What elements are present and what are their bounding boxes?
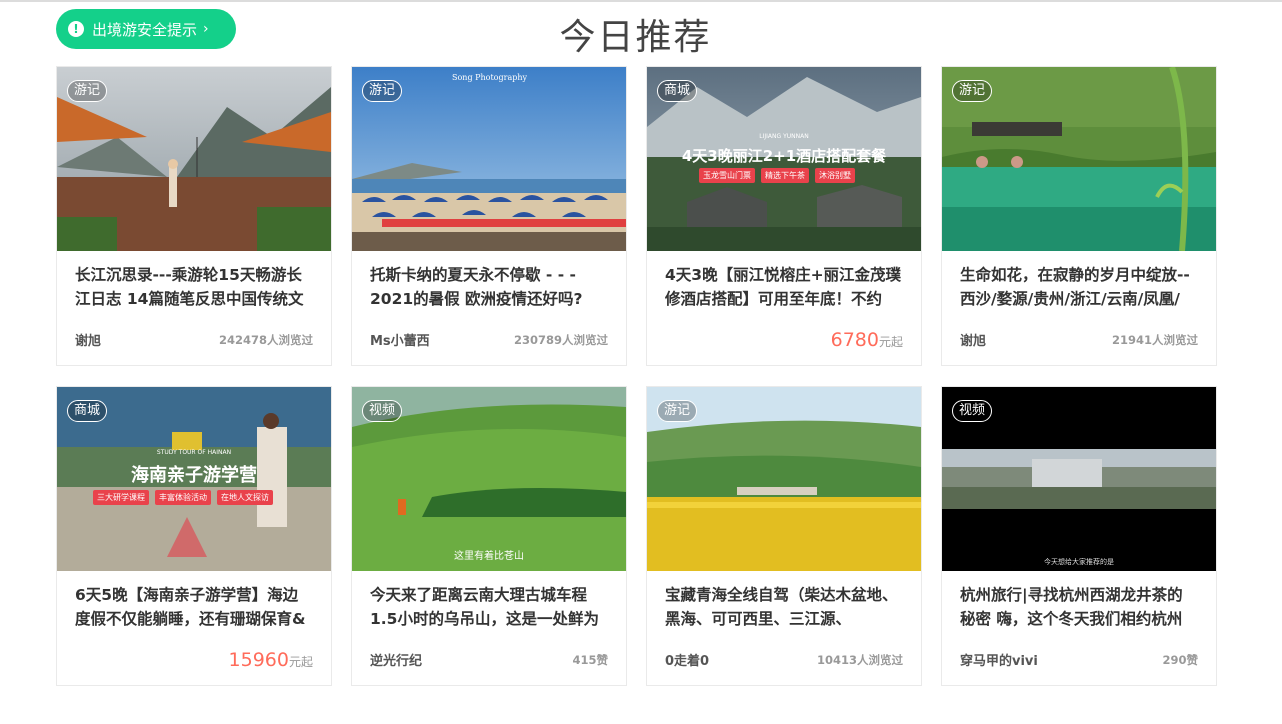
price-value: 6780 <box>830 329 879 351</box>
card-tag: 商城 <box>657 80 698 102</box>
card-tag: 商城 <box>67 400 108 422</box>
card-tag: 视频 <box>952 400 993 422</box>
card-title[interactable]: 6天5晚【海南亲子游学营】海边度假不仅能躺睡，还有珊瑚保育& <box>75 583 313 631</box>
card-view-count: 242478人浏览过 <box>218 333 313 347</box>
banner-chip: 玉龙雪山门票 <box>699 168 755 183</box>
recommend-card[interactable]: 这里有着比苍山 视频 今天来了距离云南大理古城车程1.5小时的乌吊山，这是一处鲜… <box>351 386 627 686</box>
card-tag: 游记 <box>67 80 108 102</box>
card-image: 游记 <box>647 387 921 571</box>
card-view-count: 10413人浏览过 <box>816 653 903 667</box>
banner-subtitle: STUDY TOUR OF HAINAN <box>156 449 232 456</box>
card-title[interactable]: 今天来了距离云南大理古城车程1.5小时的乌吊山，这是一处鲜为 <box>370 583 608 631</box>
banner-subtitle: LIJIANG YUNNAN <box>759 133 809 140</box>
video-subtitle: 这里有着比苍山 <box>454 551 524 562</box>
price-unit: 元起 <box>878 335 903 349</box>
card-like-count: 290赞 <box>1162 653 1198 667</box>
recommend-card[interactable]: 游记 生命如花，在寂静的岁月中绽放--西沙/婺源/贵州/浙江/云南/凤凰/ 谢旭… <box>941 66 1217 366</box>
card-view-count: 21941人浏览过 <box>1111 333 1198 347</box>
banner-chips: 玉龙雪山门票 精选下午茶 沐浴别墅 <box>699 168 855 183</box>
card-image: 今天想给大家推荐的是 视频 <box>942 387 1216 571</box>
banner-chip: 在地人文探访 <box>217 490 273 505</box>
card-author[interactable]: Ms小蕾西 <box>370 330 430 349</box>
card-author[interactable]: 谢旭 <box>960 330 986 349</box>
banner-headline: 4天3晚丽江2+1酒店搭配套餐 <box>681 147 887 165</box>
recommend-card[interactable]: Song Photography 游记 托斯卡纳的夏天永不停歇 - - - 20… <box>351 66 627 366</box>
card-title[interactable]: 生命如花，在寂静的岁月中绽放--西沙/婺源/贵州/浙江/云南/凤凰/ <box>960 263 1198 311</box>
price-unit: 元起 <box>288 655 313 669</box>
card-title[interactable]: 长江沉思录---乘游轮15天畅游长江日志 14篇随笔反思中国传统文 <box>75 263 313 311</box>
photo-caption: Song Photography <box>452 73 528 82</box>
banner-chip: 沐浴别墅 <box>815 168 855 183</box>
video-subtitle: 今天想给大家推荐的是 <box>1044 558 1114 566</box>
card-price: 15960元起 <box>229 649 313 671</box>
card-view-count: 230789人浏览过 <box>513 333 608 347</box>
price-value: 15960 <box>228 649 289 671</box>
card-author[interactable]: 逆光行纪 <box>370 650 422 669</box>
recommend-card[interactable]: 今天想给大家推荐的是 视频 杭州旅行|寻找杭州西湖龙井茶的秘密 嗨，这个冬天我们… <box>941 386 1217 686</box>
recommend-card[interactable]: LIJIANG YUNNAN 4天3晚丽江2+1酒店搭配套餐 玉龙雪山门票 精选… <box>646 66 922 366</box>
card-title[interactable]: 托斯卡纳的夏天永不停歇 - - - 2021的暑假 欧洲疫情还好吗? <box>370 263 608 311</box>
card-image: 游记 <box>942 67 1216 251</box>
card-image: 这里有着比苍山 视频 <box>352 387 626 571</box>
card-title[interactable]: 杭州旅行|寻找杭州西湖龙井茶的秘密 嗨，这个冬天我们相约杭州 <box>960 583 1198 631</box>
card-title[interactable]: 宝藏青海全线自驾（柴达木盆地、黑海、可可西里、三江源、 <box>665 583 903 631</box>
card-author[interactable]: 谢旭 <box>75 330 101 349</box>
banner-headline: 海南亲子游学营 <box>131 465 257 486</box>
banner-chip: 精选下午茶 <box>761 168 809 183</box>
recommend-card[interactable]: 游记 长江沉思录---乘游轮15天畅游长江日志 14篇随笔反思中国传统文 谢旭 … <box>56 66 332 366</box>
banner-chip: 三大研学课程 <box>93 490 149 505</box>
card-author[interactable]: 穿马甲的vivi <box>960 650 1038 669</box>
card-author[interactable]: 0走着0 <box>665 650 709 669</box>
card-like-count: 415赞 <box>572 653 608 667</box>
card-tag: 游记 <box>952 80 993 102</box>
card-tag: 游记 <box>362 80 403 102</box>
card-image: 游记 <box>57 67 331 251</box>
card-image: STUDY TOUR OF HAINAN 海南亲子游学营 三大研学课程 丰富体验… <box>57 387 331 571</box>
page-title: 今日推荐 <box>559 17 712 58</box>
recommend-card[interactable]: STUDY TOUR OF HAINAN 海南亲子游学营 三大研学课程 丰富体验… <box>56 386 332 686</box>
card-image: Song Photography 游记 <box>352 67 626 251</box>
banner-chip: 丰富体验活动 <box>155 490 211 505</box>
card-title[interactable]: 4天3晚【丽江悦榕庄+丽江金茂璞修酒店搭配】可用至年底！不约 <box>665 263 903 311</box>
card-image: LIJIANG YUNNAN 4天3晚丽江2+1酒店搭配套餐 玉龙雪山门票 精选… <box>647 67 921 251</box>
card-price: 6780元起 <box>831 329 903 351</box>
recommend-card[interactable]: 游记 宝藏青海全线自驾（柴达木盆地、黑海、可可西里、三江源、 0走着0 1041… <box>646 386 922 686</box>
banner-chips: 三大研学课程 丰富体验活动 在地人文探访 <box>93 490 273 505</box>
card-tag: 游记 <box>657 400 698 422</box>
top-border <box>0 0 1282 2</box>
card-tag: 视频 <box>362 400 403 422</box>
